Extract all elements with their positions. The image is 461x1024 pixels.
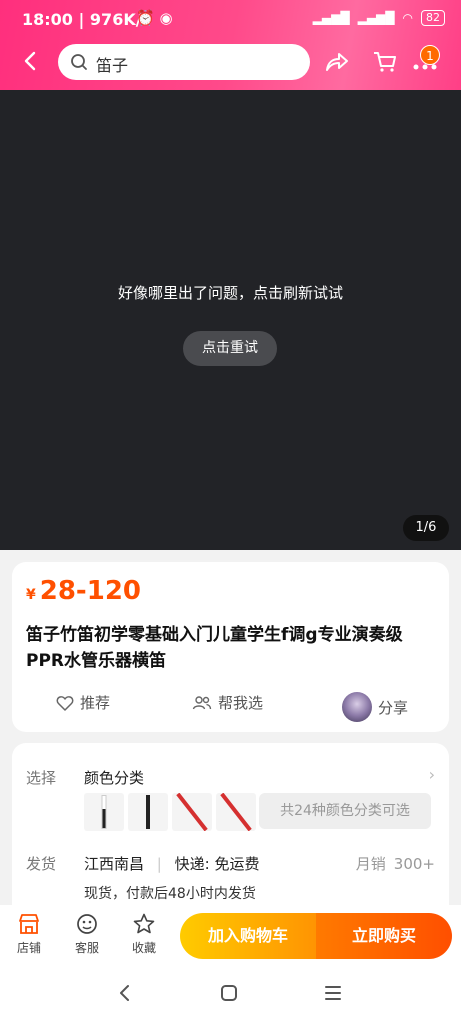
ship-note: 现货，付款后48小时内发货 (84, 886, 256, 902)
share-icon[interactable] (324, 50, 350, 78)
monthly-sales: 月销 300+ (356, 853, 435, 874)
system-nav-bar (0, 969, 461, 1024)
star-icon (133, 913, 155, 934)
status-time: 18:00 | 976K/s (22, 10, 152, 29)
alarm-icon: ⏰ ◉ (136, 9, 173, 27)
color-thumb-red[interactable] (172, 793, 212, 831)
help-choose-button[interactable]: 帮我选 (192, 692, 263, 713)
share-label: 分享 (378, 698, 409, 717)
status-right: ▂▄▆█ ▂▄▆█ ◠ 82 (313, 10, 445, 26)
retry-button[interactable]: 点击重试 (183, 331, 277, 366)
search-box[interactable]: 笛子 (58, 44, 310, 80)
back-icon[interactable] (18, 48, 44, 74)
favorite-button[interactable]: 收藏 (124, 913, 164, 956)
menu-nav-icon[interactable] (323, 983, 343, 1003)
product-actions: 推荐 帮我选 分享 (12, 686, 449, 722)
ship-from: 江西南昌 (84, 855, 145, 873)
status-bar: 18:00 | 976K/s ⏰ ◉ ▂▄▆█ ▂▄▆█ ◠ 82 (0, 0, 461, 36)
select-label: 选择 (26, 769, 57, 787)
home-nav-icon[interactable] (219, 983, 239, 1003)
battery-icon: 82 (421, 10, 445, 26)
avatar (342, 692, 372, 722)
service-label: 客服 (74, 941, 99, 955)
cart-badge: 1 (420, 45, 440, 65)
heart-icon (56, 695, 74, 711)
recommend-label: 推荐 (80, 694, 111, 712)
express-info: 快递: 免运费 (174, 855, 260, 873)
shop-icon (19, 914, 39, 934)
color-thumb-black[interactable] (128, 793, 168, 831)
color-thumb-white-black[interactable] (84, 793, 124, 831)
service-icon (77, 914, 97, 934)
product-info-card: ¥28-120 笛子竹笛初学零基础入门儿童学生f调g专业演奏级PPR水管乐器横笛… (12, 562, 449, 732)
cart-icon[interactable] (372, 50, 398, 78)
top-bar: 18:00 | 976K/s ⏰ ◉ ▂▄▆█ ▂▄▆█ ◠ 82 笛子 1 (0, 0, 461, 90)
chevron-right-icon[interactable]: › (429, 765, 435, 784)
image-pager: 1/6 (403, 515, 449, 541)
shipping-info: 江西南昌 | 快递: 免运费 (84, 853, 259, 874)
add-to-cart-button[interactable]: 加入购物车 (180, 913, 316, 959)
price: ¥28-120 (26, 576, 141, 606)
clock-text: 18:00 (22, 10, 73, 29)
ship-label: 发货 (26, 855, 57, 873)
options-card: 选择 颜色分类 › 共24种颜色分类可选 发货 江西南昌 | 快递: 免运费 月… (12, 743, 449, 913)
help-choose-label: 帮我选 (218, 694, 264, 712)
bottom-action-bar: 店铺 客服 收藏 加入购物车 立即购买 (0, 905, 461, 969)
signal-icon-2: ▂▄▆█ (357, 11, 395, 25)
signal-icon: ▂▄▆█ (312, 11, 350, 25)
price-value: 28-120 (39, 576, 141, 606)
buy-now-button[interactable]: 立即购买 (316, 913, 452, 959)
service-button[interactable]: 客服 (67, 913, 107, 956)
product-media: 好像哪里出了问题，点击刷新试试 点击重试 1/6 (0, 90, 461, 550)
search-input[interactable]: 笛子 (96, 52, 128, 76)
share-button[interactable]: 分享 (342, 692, 408, 722)
recommend-button[interactable]: 推荐 (56, 692, 110, 713)
sales-label: 月销 (355, 855, 386, 873)
people-icon (192, 695, 212, 709)
back-nav-icon[interactable] (116, 983, 132, 1003)
currency-symbol: ¥ (26, 587, 36, 603)
product-title: 笛子竹笛初学零基础入门儿童学生f调g专业演奏级PPR水管乐器横笛 (26, 625, 403, 671)
sales-value: 300+ (393, 855, 435, 873)
ship-separator: | (156, 855, 162, 873)
favorite-label: 收藏 (131, 941, 156, 955)
wechat-icon: ◉ (159, 9, 173, 27)
more-colors-button[interactable]: 共24种颜色分类可选 (259, 793, 431, 829)
color-thumb-red-2[interactable] (216, 793, 256, 831)
shop-label: 店铺 (16, 941, 41, 955)
error-message: 好像哪里出了问题，点击刷新试试 (117, 284, 343, 302)
wifi-icon: ◠ (402, 11, 413, 25)
nav-bar: 笛子 1 (0, 36, 461, 90)
select-value[interactable]: 颜色分类 (84, 767, 144, 788)
search-icon (71, 54, 87, 70)
shop-button[interactable]: 店铺 (9, 913, 49, 956)
